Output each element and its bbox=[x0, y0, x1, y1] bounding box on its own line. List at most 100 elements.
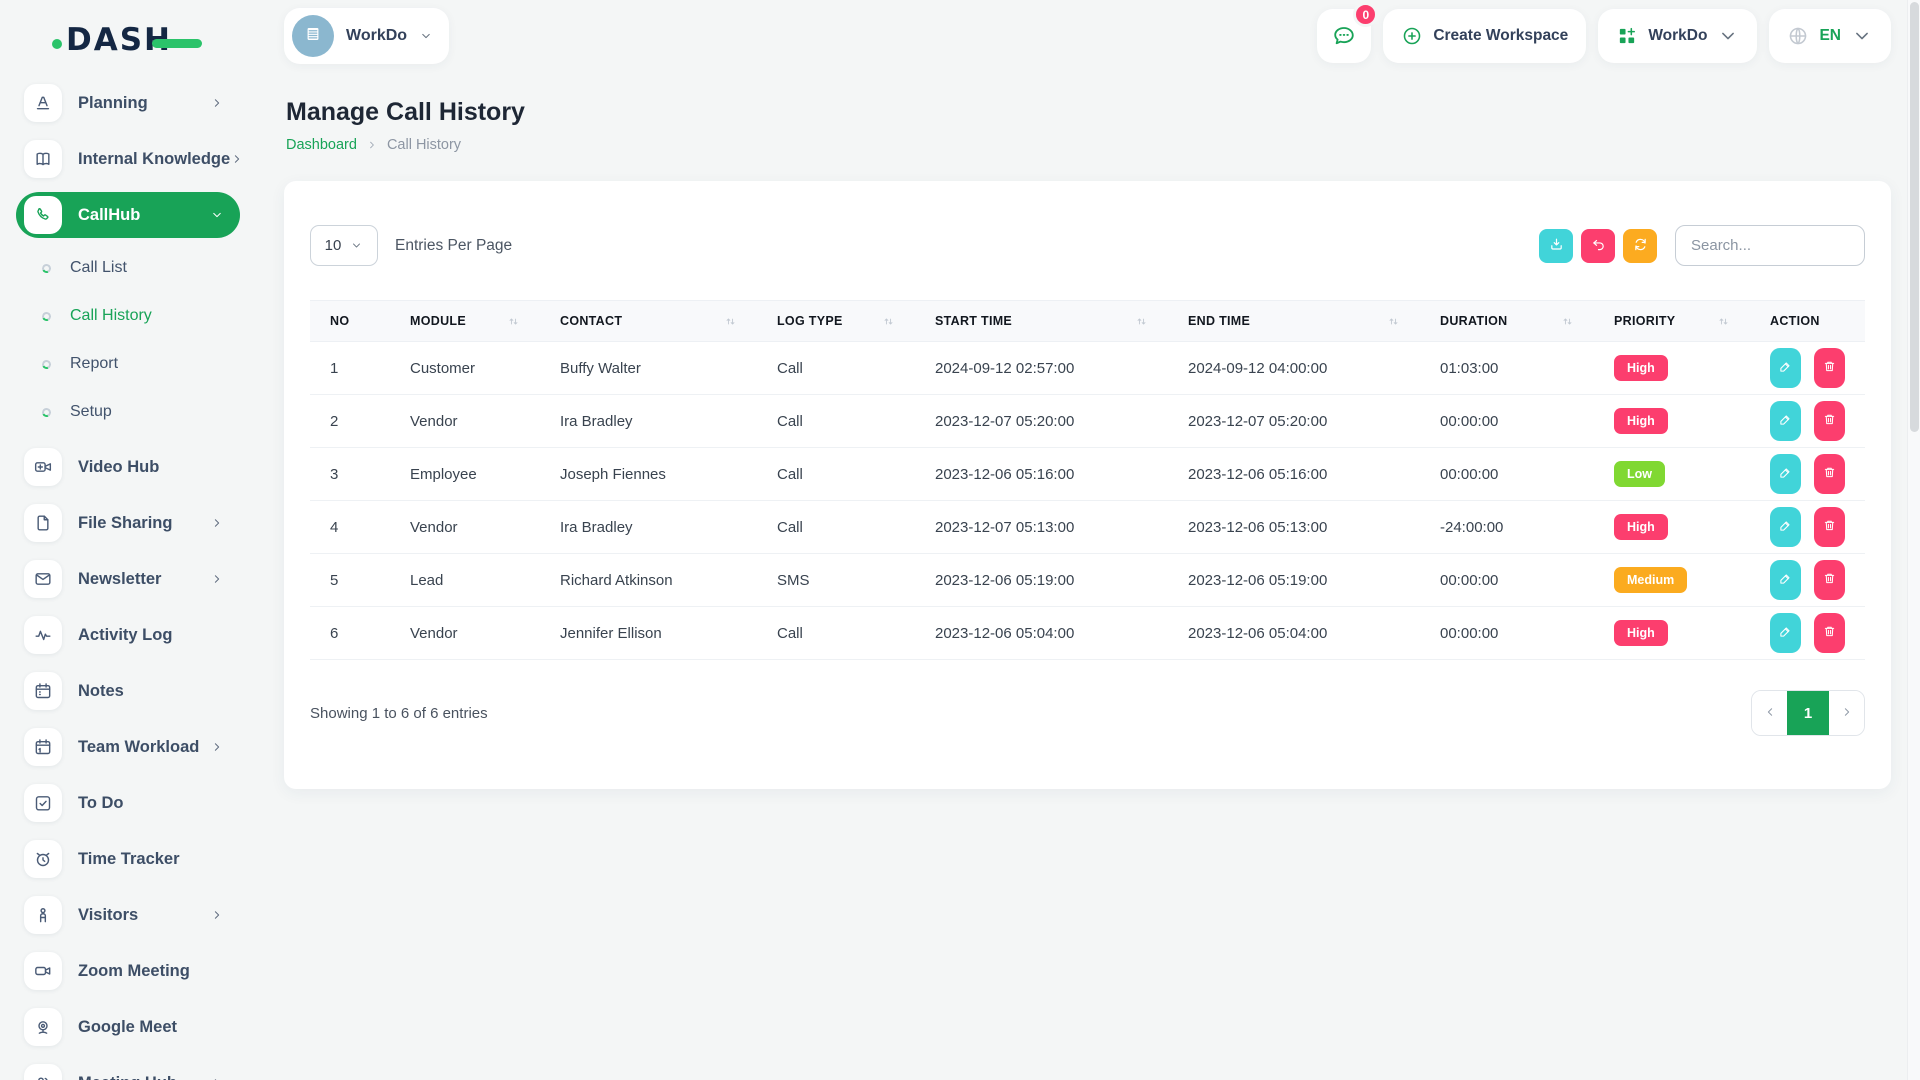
cell-action bbox=[1750, 395, 1865, 448]
sidebar-item-label: Video Hub bbox=[78, 458, 159, 477]
column-module[interactable]: MODULE bbox=[390, 301, 540, 342]
delete-button[interactable] bbox=[1814, 348, 1845, 388]
sidebar-item-time-tracker[interactable]: Time Tracker bbox=[16, 836, 240, 882]
column-end-time[interactable]: END TIME bbox=[1168, 301, 1420, 342]
table-footer: Showing 1 to 6 of 6 entries 1 bbox=[310, 690, 1865, 736]
video-plus-icon bbox=[24, 448, 62, 486]
cell-duration: -24:00:00 bbox=[1420, 501, 1594, 554]
cell-module: Vendor bbox=[390, 501, 540, 554]
cell-priority: High bbox=[1594, 342, 1750, 395]
sidebar-subitem-label: Setup bbox=[70, 403, 112, 421]
cell-contact: Jennifer Ellison bbox=[540, 607, 757, 660]
pagination-next[interactable] bbox=[1829, 691, 1864, 735]
language-label: EN bbox=[1819, 27, 1841, 45]
edit-button[interactable] bbox=[1770, 560, 1801, 600]
webcam-icon bbox=[24, 1008, 62, 1046]
download-icon bbox=[1548, 236, 1565, 256]
cell-no: 4 bbox=[310, 501, 390, 554]
sidebar-item-planning[interactable]: Planning bbox=[16, 80, 240, 126]
create-workspace-button[interactable]: Create Workspace bbox=[1383, 9, 1586, 63]
chevron-down-icon bbox=[210, 208, 224, 222]
column-priority[interactable]: PRIORITY bbox=[1594, 301, 1750, 342]
sidebar-subitem-label: Report bbox=[70, 355, 118, 373]
delete-button[interactable] bbox=[1814, 613, 1845, 653]
sidebar-item-activity-log[interactable]: Activity Log bbox=[16, 612, 240, 658]
sidebar-item-notes[interactable]: Notes bbox=[16, 668, 240, 714]
edit-button[interactable] bbox=[1770, 348, 1801, 388]
pencil-icon bbox=[1778, 465, 1793, 483]
sidebar-item-file-sharing[interactable]: File Sharing bbox=[16, 500, 240, 546]
cell-action bbox=[1750, 342, 1865, 395]
table-actions bbox=[1539, 225, 1865, 266]
sidebar-subitem-report[interactable]: Report bbox=[16, 344, 258, 384]
entries-per-page-select[interactable]: 10 bbox=[310, 225, 378, 266]
sidebar-subitem-call-list[interactable]: Call List bbox=[16, 248, 258, 288]
cell-contact: Ira Bradley bbox=[540, 395, 757, 448]
delete-button[interactable] bbox=[1814, 454, 1845, 494]
delete-button[interactable] bbox=[1814, 507, 1845, 547]
table-row: 3 Employee Joseph Fiennes Call 2023-12-0… bbox=[310, 448, 1865, 501]
cell-no: 5 bbox=[310, 554, 390, 607]
column-start-time[interactable]: START TIME bbox=[915, 301, 1168, 342]
reset-button[interactable] bbox=[1581, 229, 1615, 263]
cell-no: 6 bbox=[310, 607, 390, 660]
workspace-avatar bbox=[292, 15, 334, 57]
edit-button[interactable] bbox=[1770, 401, 1801, 441]
scrollbar[interactable] bbox=[1907, 0, 1920, 1080]
cell-log-type: Call bbox=[757, 342, 915, 395]
messages-count-badge: 0 bbox=[1353, 2, 1378, 27]
app-logo[interactable]: DASH bbox=[16, 20, 258, 64]
sidebar-item-zoom-meeting[interactable]: Zoom Meeting bbox=[16, 948, 240, 994]
pencil-icon bbox=[1778, 518, 1793, 536]
sidebar-item-meeting-hub[interactable]: Meeting Hub bbox=[16, 1060, 240, 1080]
search-input[interactable] bbox=[1675, 225, 1865, 266]
sort-icon bbox=[1135, 315, 1148, 328]
breadcrumb-dashboard[interactable]: Dashboard bbox=[286, 137, 357, 153]
column-duration[interactable]: DURATION bbox=[1420, 301, 1594, 342]
sidebar-item-team-workload[interactable]: Team Workload bbox=[16, 724, 240, 770]
cell-priority: Low bbox=[1594, 448, 1750, 501]
delete-button[interactable] bbox=[1814, 560, 1845, 600]
sidebar-item-label: Internal Knowledge bbox=[78, 150, 230, 169]
cell-no: 1 bbox=[310, 342, 390, 395]
sort-icon bbox=[1387, 315, 1400, 328]
workdo-menu-button[interactable]: WorkDo bbox=[1598, 9, 1757, 63]
table-header-row: NO MODULE CONTACT LOG TYPE START TIME EN… bbox=[310, 301, 1865, 342]
delete-button[interactable] bbox=[1814, 401, 1845, 441]
bullet-icon bbox=[41, 406, 53, 418]
cell-action bbox=[1750, 607, 1865, 660]
sidebar-item-newsletter[interactable]: Newsletter bbox=[16, 556, 240, 602]
language-selector[interactable]: EN bbox=[1769, 9, 1891, 63]
sort-icon bbox=[724, 315, 737, 328]
workspace-name: WorkDo bbox=[346, 27, 407, 45]
sidebar-item-visitors[interactable]: Visitors bbox=[16, 892, 240, 938]
sidebar-subitem-call-history[interactable]: Call History bbox=[16, 296, 258, 336]
column-log-type[interactable]: LOG TYPE bbox=[757, 301, 915, 342]
sidebar-item-internal-knowledge[interactable]: Internal Knowledge bbox=[16, 136, 240, 182]
bullet-icon bbox=[41, 310, 53, 322]
pagination-page-1[interactable]: 1 bbox=[1787, 691, 1829, 735]
sidebar-item-video-hub[interactable]: Video Hub bbox=[16, 444, 240, 490]
table-row: 5 Lead Richard Atkinson SMS 2023-12-06 0… bbox=[310, 554, 1865, 607]
sidebar-item-google-meet[interactable]: Google Meet bbox=[16, 1004, 240, 1050]
chevron-right-icon bbox=[210, 908, 224, 922]
sidebar-item-callhub[interactable]: CallHub bbox=[16, 192, 240, 238]
edit-button[interactable] bbox=[1770, 613, 1801, 653]
column-contact[interactable]: CONTACT bbox=[540, 301, 757, 342]
edit-button[interactable] bbox=[1770, 454, 1801, 494]
scrollbar-thumb[interactable] bbox=[1910, 2, 1919, 432]
cell-module: Vendor bbox=[390, 395, 540, 448]
export-button[interactable] bbox=[1539, 229, 1573, 263]
sidebar-subitem-setup[interactable]: Setup bbox=[16, 392, 258, 432]
messages-button[interactable]: 0 bbox=[1317, 9, 1371, 63]
workspace-switcher[interactable]: WorkDo bbox=[284, 8, 449, 64]
calendar-icon bbox=[24, 672, 62, 710]
cell-duration: 00:00:00 bbox=[1420, 448, 1594, 501]
refresh-button[interactable] bbox=[1623, 229, 1657, 263]
cell-start-time: 2023-12-07 05:13:00 bbox=[915, 501, 1168, 554]
edit-button[interactable] bbox=[1770, 507, 1801, 547]
pagination-prev[interactable] bbox=[1752, 691, 1787, 735]
mail-icon bbox=[24, 560, 62, 598]
video-icon bbox=[24, 952, 62, 990]
sidebar-item-to-do[interactable]: To Do bbox=[16, 780, 240, 826]
